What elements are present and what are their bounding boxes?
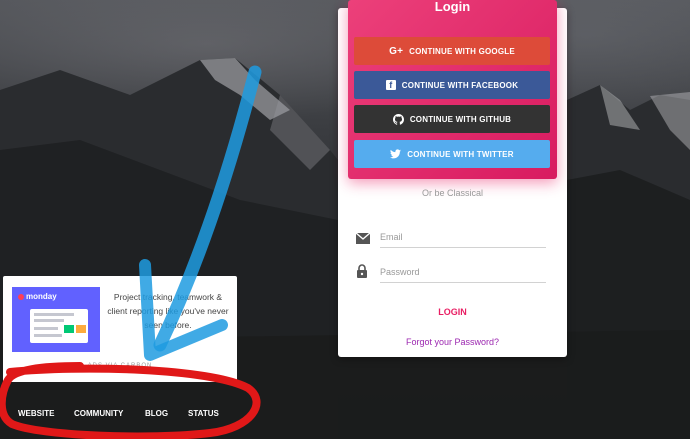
- lock-icon: [356, 264, 370, 278]
- twitter-icon: [390, 149, 402, 159]
- login-title: Login: [434, 0, 471, 14]
- github-login-label: CONTINUE WITH GITHUB: [409, 114, 512, 124]
- footer-link-website[interactable]: WEBSITE: [18, 409, 54, 418]
- facebook-icon: f: [385, 80, 396, 90]
- facebook-login-button[interactable]: f CONTINUE WITH FACEBOOK: [354, 71, 550, 99]
- footer-link-blog[interactable]: BLOG: [145, 409, 168, 418]
- ad-screenshot: [30, 309, 88, 343]
- twitter-login-label: CONTINUE WITH TWITTER: [407, 149, 514, 159]
- google-login-label: CONTINUE WITH GOOGLE: [409, 46, 515, 56]
- forgot-password-link[interactable]: Forgot your Password?: [338, 337, 567, 347]
- footer-link-community[interactable]: COMMUNITY: [74, 409, 123, 418]
- google-plus-icon: G+: [389, 45, 404, 57]
- carbon-ad[interactable]: monday Project tracking, teamwork & clie…: [3, 276, 237, 382]
- email-field[interactable]: [380, 226, 546, 248]
- divider-text: Or be Classical: [421, 188, 484, 198]
- twitter-login-button[interactable]: CONTINUE WITH TWITTER: [354, 140, 550, 168]
- mail-icon: [355, 231, 371, 245]
- login-card-header: Login G+ CONTINUE WITH GOOGLE f CONTINUE…: [348, 0, 557, 179]
- github-login-button[interactable]: CONTINUE WITH GITHUB: [354, 105, 550, 133]
- ad-text[interactable]: Project tracking, teamwork & client repo…: [103, 290, 233, 332]
- monday-logo: monday: [18, 292, 57, 301]
- footer-link-status[interactable]: STATUS: [188, 409, 219, 418]
- github-icon: [392, 113, 404, 125]
- facebook-login-label: CONTINUE WITH FACEBOOK: [401, 80, 519, 90]
- login-card: Login G+ CONTINUE WITH GOOGLE f CONTINUE…: [338, 0, 567, 357]
- ads-via-carbon[interactable]: ADS VIA CARBON: [3, 363, 237, 369]
- google-login-button[interactable]: G+ CONTINUE WITH GOOGLE: [354, 37, 550, 65]
- login-button[interactable]: LOGIN: [338, 307, 567, 317]
- password-field[interactable]: [380, 261, 546, 283]
- ad-image[interactable]: monday: [12, 287, 100, 352]
